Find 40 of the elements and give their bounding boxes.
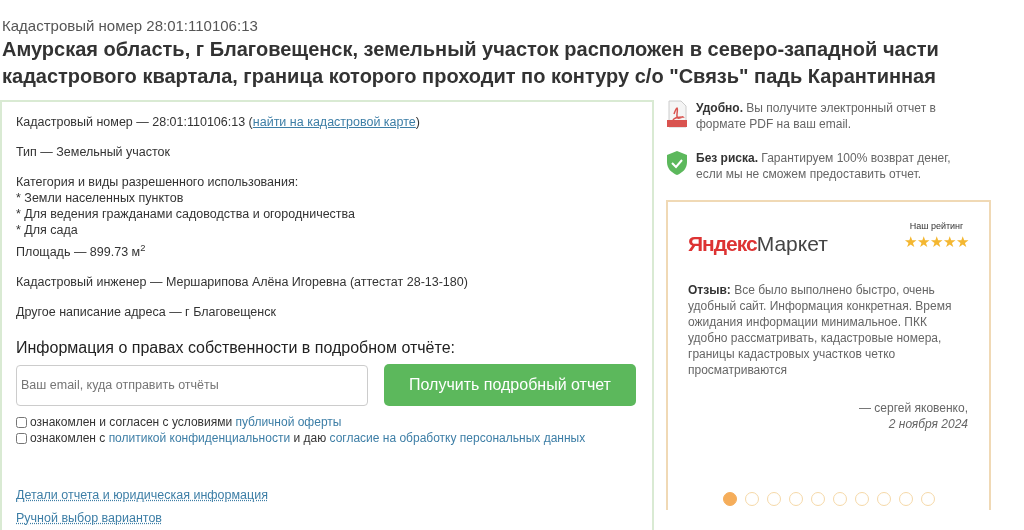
market-logo: Маркет <box>756 232 828 255</box>
list-item-text: * Для сада <box>16 222 79 238</box>
agreement-link[interactable]: публичной оферты <box>235 415 342 429</box>
review-text: Отзыв: Все было выполнено быстро, очень удобный сайт. Информация конкретная. Время ожидания информации минимальное. ПКК удобно рассматривать, кадастровые номера, границы кадастровых участков четко просматриваются <box>688 281 953 378</box>
star-icon: ★ <box>930 232 943 250</box>
star-icon: ★ <box>956 232 969 250</box>
form-heading: Информация о правах собственности в подробном отчёте: <box>16 338 456 358</box>
review-author: — сергей яковенко, <box>858 399 968 416</box>
map-link[interactable]: найти на кадастровой карте <box>252 115 416 129</box>
star-icon: ★ <box>904 232 917 250</box>
agreement-link[interactable]: политикой конфиденциальности <box>108 431 291 445</box>
detail-text: Другое написание адреса — г Благовещенск <box>16 304 277 320</box>
pdf-file-icon <box>666 100 688 128</box>
details-link[interactable]: Детали отчета и юридическая информация <box>16 486 268 505</box>
rating-label: Наш рейтинг <box>908 220 965 233</box>
detail-text: Кадастровый инженер — Мершарипова Алёна Игоревна (аттестат 28-13-180) <box>16 274 469 290</box>
carousel-dot[interactable] <box>722 491 737 506</box>
agreement-checkbox[interactable] <box>16 416 27 428</box>
detail-text: Площадь — 899.73 м$^{2}$ <box>16 244 147 260</box>
agreement-text: ознакомлен и согласен с условиями публичной оферты <box>30 414 342 430</box>
page-title: Амурская область, г Благовещенск, земельный участок расположен в северо-западной части кадастрового квартала, граница которого проходит по контуру с/о "Связь" падь Карантинная <box>1 37 940 89</box>
review-date: 2 ноября 2024 <box>887 415 968 432</box>
detail-text: Кадастровый номер — 28:01:110106:13 (найти на кадастровой карте) <box>16 114 421 130</box>
shield-check-icon <box>666 150 688 176</box>
list-item-text: * Земли населенных пунктов <box>16 190 185 206</box>
detail-text: Тип — Земельный участок <box>16 144 172 160</box>
get-report-button[interactable]: Получить подробный отчет <box>384 364 636 406</box>
list-item-text: * Для ведения гражданами садоводства и огородничества <box>16 206 357 222</box>
feature-text: Без риска. Гарантируем 100% возврат денег, если мы не сможем предоставить отчет. <box>696 150 952 182</box>
star-icon: ★ <box>943 232 956 250</box>
agreement-text: ознакомлен с политикой конфиденциальности и даю согласие на обработку персональных данных <box>30 430 586 446</box>
agreement-checkbox[interactable] <box>16 432 27 444</box>
agreement-link[interactable]: согласие на обработку персональных данных <box>329 431 586 445</box>
detail-text: Категория и виды разрешенного использования: <box>16 174 300 190</box>
feature-text: Удобно. Вы получите электронный отчет в формате PDF на ваш email. <box>696 100 937 132</box>
details-link[interactable]: Ручной выбор вариантов <box>16 508 162 528</box>
email-field[interactable]: Ваш email, куда отправить отчёты <box>16 364 368 406</box>
star-icon: ★ <box>917 232 930 250</box>
cadastral-number-caption: Кадастровый номер 28:01:110106:13 <box>1 16 259 36</box>
market-logo: Яндекс <box>688 232 757 255</box>
